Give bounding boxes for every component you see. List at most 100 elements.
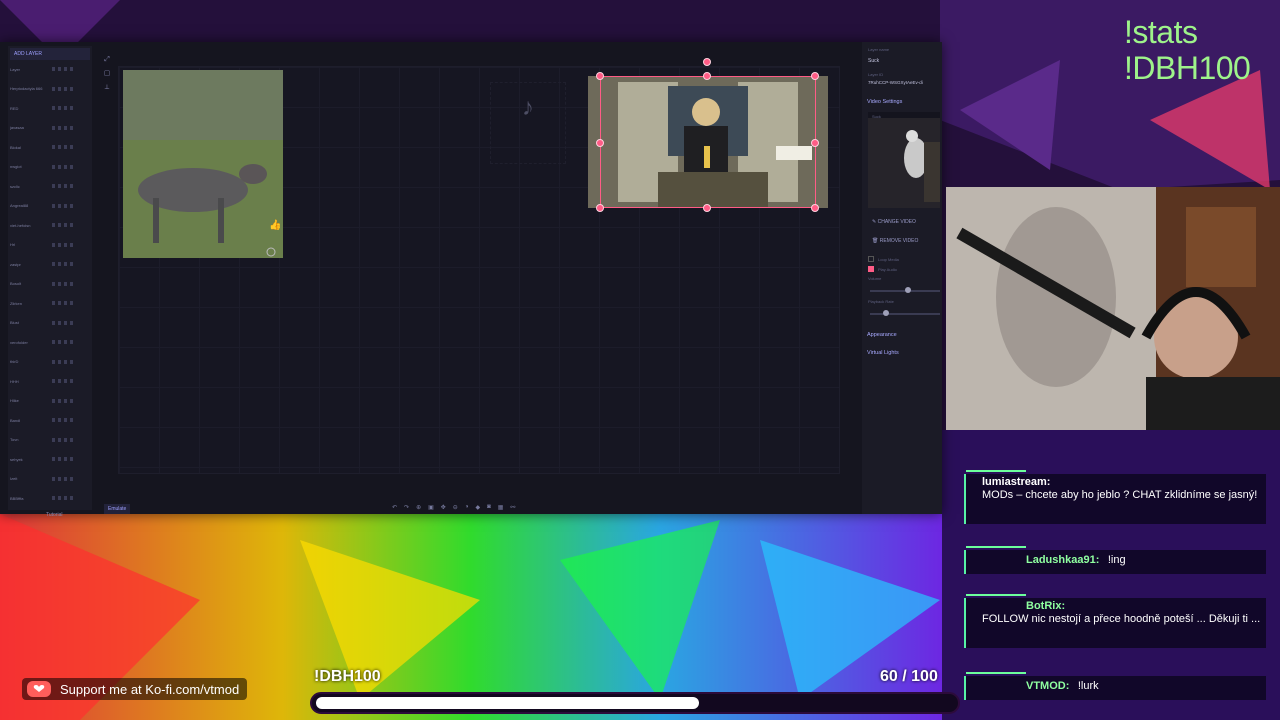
delete-icon[interactable] (70, 340, 73, 344)
layer-row[interactable]: HHH (10, 376, 90, 386)
visibility-icon[interactable] (52, 262, 55, 266)
lock-icon[interactable] (58, 67, 61, 71)
paint-icon[interactable]: ◆ (475, 504, 480, 511)
layer-row[interactable]: RED (10, 103, 90, 113)
duplicate-icon[interactable] (64, 398, 67, 403)
lock-icon[interactable] (58, 106, 61, 110)
visibility-icon[interactable] (52, 164, 55, 169)
layer-row[interactable]: Izeit (10, 474, 90, 484)
duplicate-icon[interactable] (64, 418, 67, 422)
resize-handle-e[interactable] (811, 139, 819, 147)
delete-icon[interactable] (70, 184, 73, 188)
volume-knob[interactable] (905, 287, 912, 293)
lock-icon[interactable] (58, 223, 61, 227)
lock-icon[interactable] (58, 320, 61, 325)
duplicate-icon[interactable] (64, 145, 67, 149)
delete-icon[interactable] (70, 242, 73, 247)
lock-icon[interactable] (58, 398, 61, 403)
duplicate-icon[interactable] (64, 379, 67, 383)
lock-icon[interactable] (58, 340, 61, 344)
delete-icon[interactable] (70, 164, 73, 169)
layer-row[interactable]: szclic (10, 181, 90, 191)
layer-row[interactable]: nwgiot (10, 162, 90, 172)
visibility-icon[interactable] (52, 359, 55, 364)
layer-row[interactable]: Hrl (10, 240, 90, 250)
delete-icon[interactable] (70, 398, 73, 403)
resize-handle-w[interactable] (596, 139, 604, 147)
delete-icon[interactable] (70, 262, 73, 266)
delete-icon[interactable] (70, 203, 73, 208)
delete-icon[interactable] (70, 418, 73, 422)
delete-icon[interactable] (70, 223, 73, 227)
crop-icon[interactable]: ▢ (103, 70, 111, 78)
delete-icon[interactable] (70, 359, 73, 364)
pin-icon[interactable]: ⟂ (103, 84, 111, 92)
layer-row[interactable]: Blokal (10, 142, 90, 152)
lock-icon[interactable] (58, 86, 61, 91)
visibility-icon[interactable] (52, 496, 55, 500)
duplicate-icon[interactable] (64, 106, 67, 110)
lock-icon[interactable] (58, 437, 61, 442)
appearance-section[interactable]: Appearance (867, 332, 897, 338)
layer-row[interactable]: Hlike (10, 396, 90, 406)
duplicate-icon[interactable] (64, 242, 67, 247)
duplicate-icon[interactable] (64, 203, 67, 208)
duplicate-icon[interactable] (64, 223, 67, 227)
layer-row[interactable]: Herptodactyla 666 (10, 84, 90, 94)
delete-icon[interactable] (70, 476, 73, 481)
visibility-icon[interactable] (52, 86, 55, 91)
lock-icon[interactable] (58, 164, 61, 169)
layer-row[interactable]: Tovn (10, 435, 90, 445)
visibility-icon[interactable] (52, 301, 55, 305)
volume-slider[interactable] (870, 287, 940, 293)
zoom-in-icon[interactable]: ⊕ (416, 504, 421, 511)
layer-row[interactable]: verofolder (10, 337, 90, 347)
layer-row[interactable]: Layer (10, 64, 90, 74)
lock-icon[interactable] (58, 476, 61, 481)
duplicate-icon[interactable] (64, 86, 67, 91)
visibility-icon[interactable] (52, 106, 55, 110)
playback-rate-slider[interactable] (870, 310, 940, 316)
resize-handle-s[interactable] (703, 204, 711, 212)
visibility-icon[interactable] (52, 145, 55, 149)
add-layer-button[interactable]: ADD LAYER (10, 48, 90, 60)
visibility-icon[interactable] (52, 67, 55, 71)
link-icon[interactable]: ⚯ (510, 504, 515, 511)
redo-icon[interactable]: ↷ (404, 504, 409, 511)
duplicate-icon[interactable] (64, 457, 67, 461)
emulate-button[interactable]: Emulate (104, 504, 131, 514)
change-video-button[interactable]: ✎ CHANGE VIDEO (872, 219, 916, 225)
duplicate-icon[interactable] (64, 125, 67, 130)
resize-handle-sw[interactable] (596, 204, 604, 212)
lock-icon[interactable] (58, 301, 61, 305)
delete-icon[interactable] (70, 281, 73, 286)
zoom-out-icon[interactable]: ⊖ (453, 504, 458, 511)
fit-icon[interactable]: ▣ (428, 504, 434, 511)
lock-icon[interactable] (58, 496, 61, 500)
duplicate-icon[interactable] (64, 262, 67, 266)
delete-icon[interactable] (70, 86, 73, 91)
lock-icon[interactable] (58, 418, 61, 422)
duplicate-icon[interactable] (64, 67, 67, 71)
layer-row[interactable]: Bandl (10, 415, 90, 425)
lock-icon[interactable] (58, 203, 61, 208)
grid-icon[interactable]: ▦ (498, 504, 504, 511)
visibility-icon[interactable] (52, 320, 55, 325)
delete-icon[interactable] (70, 437, 73, 442)
lock-icon[interactable] (58, 145, 61, 149)
duplicate-icon[interactable] (64, 359, 67, 364)
lock-icon[interactable] (58, 242, 61, 247)
resize-handle-n[interactable] (703, 72, 711, 80)
layer-row[interactable]: BBBfffa (10, 493, 90, 503)
duplicate-icon[interactable] (64, 340, 67, 344)
layer-row[interactable]: Bosolt (10, 279, 90, 289)
layer-row[interactable]: zastpr (10, 259, 90, 269)
delete-icon[interactable] (70, 301, 73, 305)
duplicate-icon[interactable] (64, 437, 67, 442)
visibility-icon[interactable] (52, 223, 55, 227)
duplicate-icon[interactable] (64, 184, 67, 188)
visibility-icon[interactable] (52, 379, 55, 383)
lock-icon[interactable] (58, 457, 61, 461)
duplicate-icon[interactable] (64, 496, 67, 500)
camera-icon[interactable]: ◙ (487, 504, 491, 511)
